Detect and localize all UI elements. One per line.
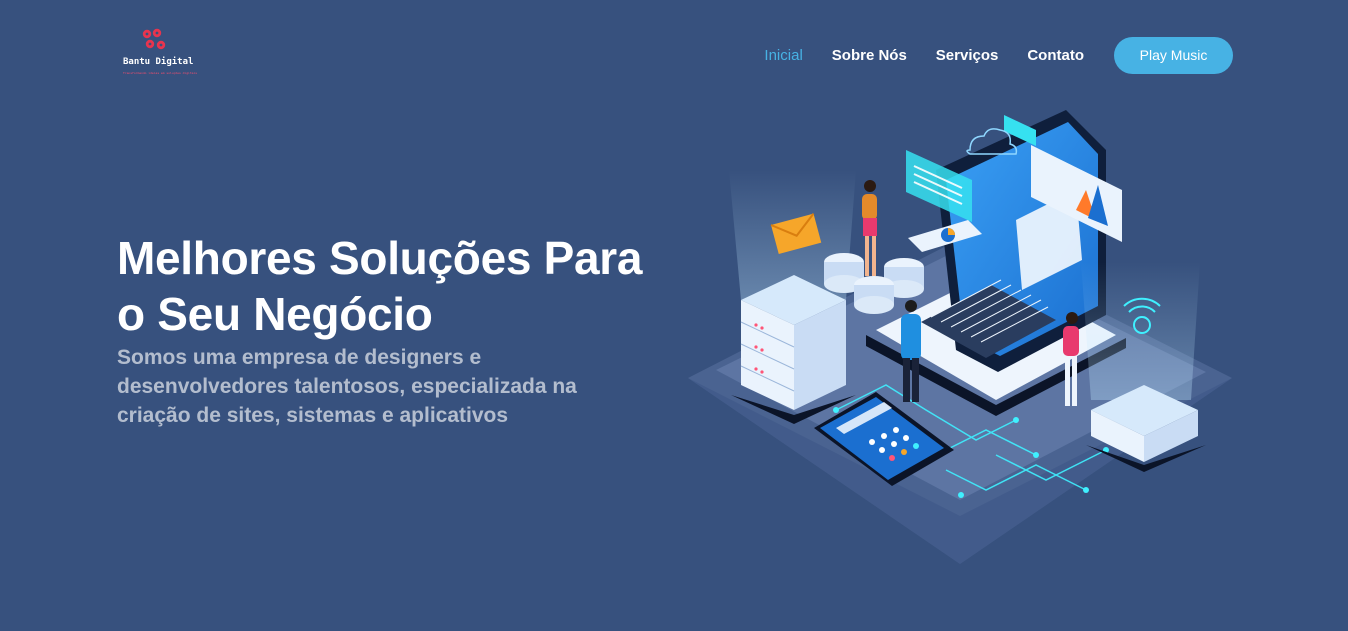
nav-link-inicial[interactable]: Inicial xyxy=(764,47,802,64)
nav-link-servicos[interactable]: Serviços xyxy=(936,47,999,64)
hero-section: Melhores Soluções Para o Seu Negócio Som… xyxy=(117,230,677,430)
main-nav: Inicial Sobre Nós Serviços Contato Play … xyxy=(735,36,1233,74)
brand-tagline: Transformando ideias em soluções digitai… xyxy=(123,71,198,75)
brand-logo[interactable]: Bantu Digital Transformando ideias em so… xyxy=(118,26,198,82)
isometric-tech-illustration-icon xyxy=(688,110,1232,564)
play-music-button[interactable]: Play Music xyxy=(1114,36,1233,74)
logo-mark-icon xyxy=(142,28,166,50)
site-header: Bantu Digital Transformando ideias em so… xyxy=(0,0,1348,110)
hero-title: Melhores Soluções Para o Seu Negócio xyxy=(117,232,643,340)
nav-link-contato[interactable]: Contato xyxy=(1027,47,1084,64)
hero-subtitle: Somos uma empresa de designers e desenvo… xyxy=(117,346,577,427)
nav-link-sobre-nos[interactable]: Sobre Nós xyxy=(832,47,907,64)
brand-name: Bantu Digital xyxy=(123,57,194,67)
